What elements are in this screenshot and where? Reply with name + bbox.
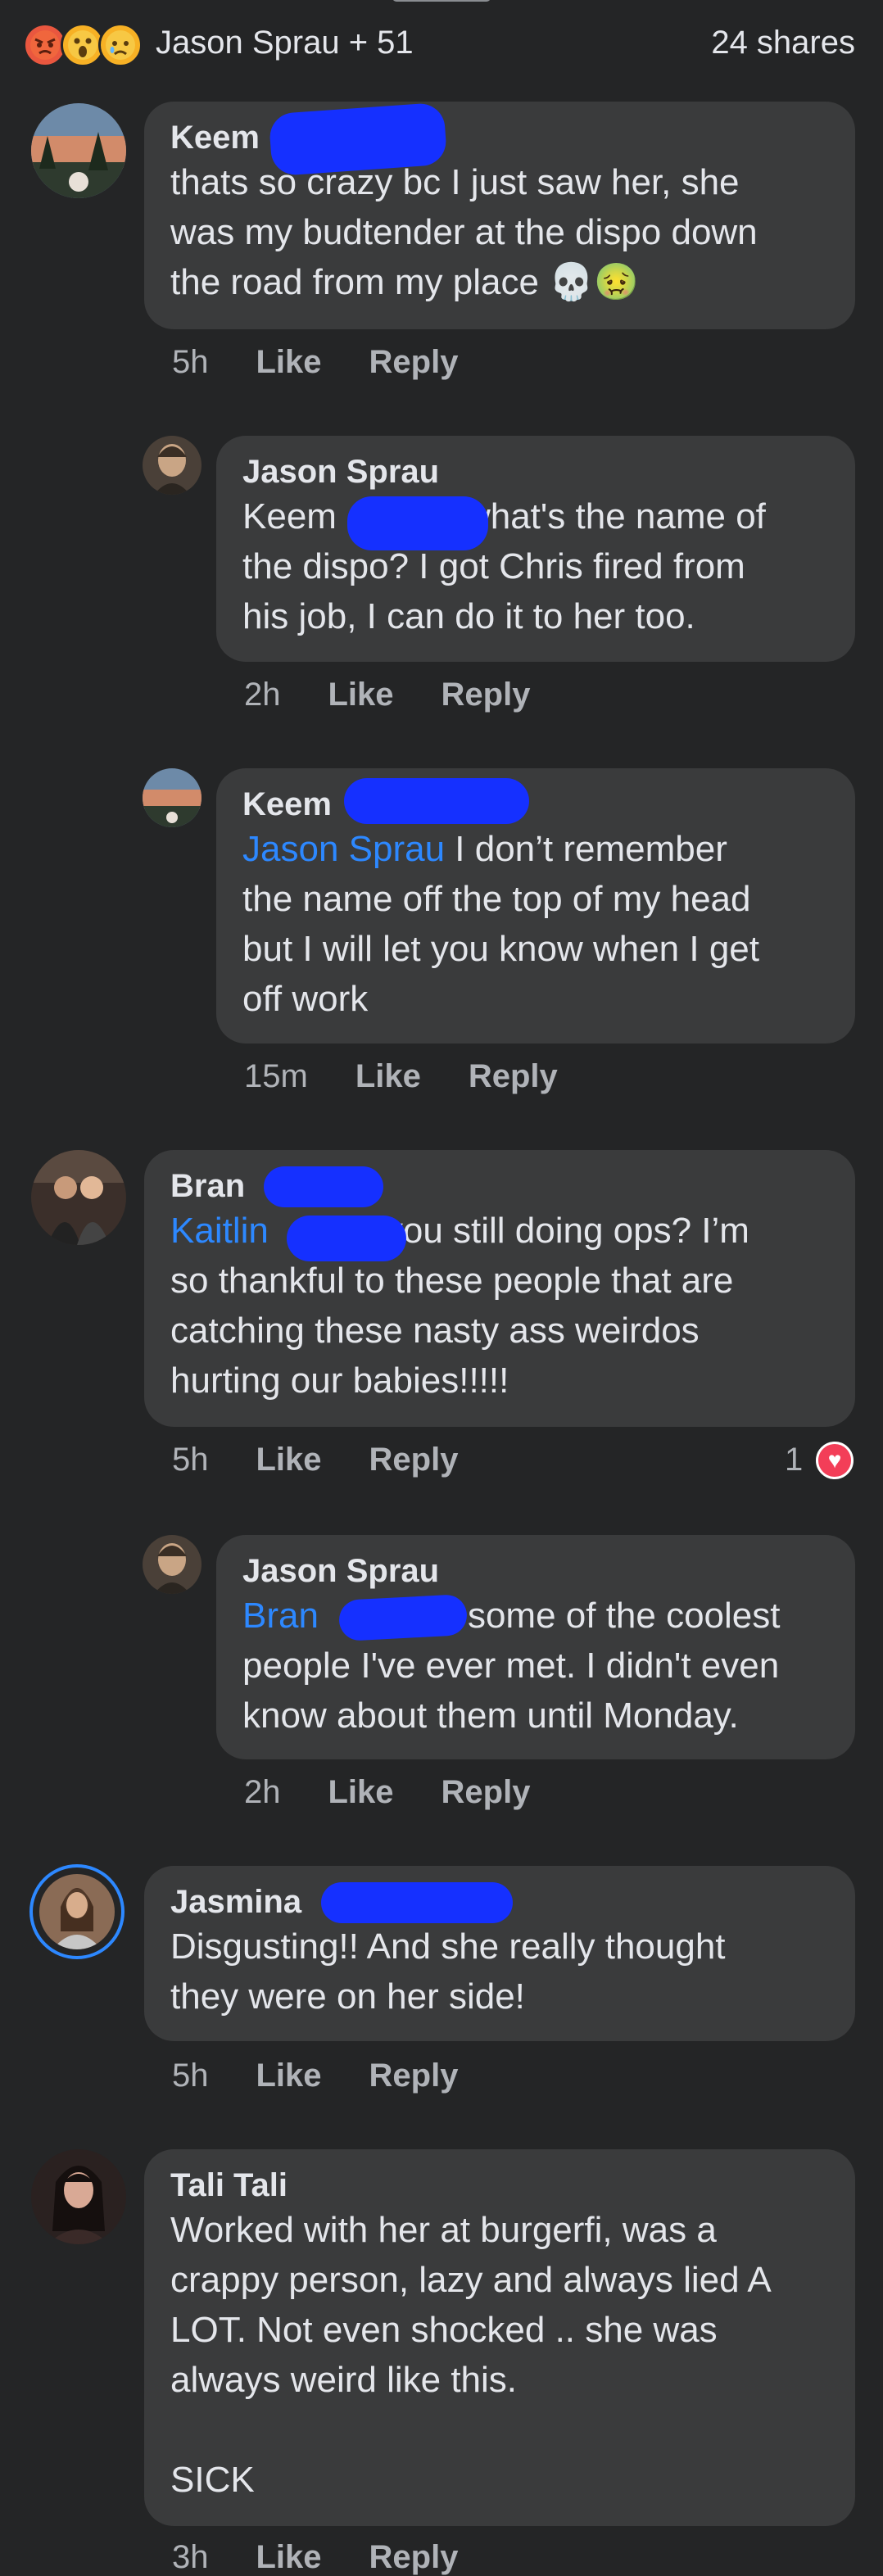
comment-text: thats so crazy bc I just saw her, she wa…: [170, 162, 758, 302]
reply-button[interactable]: Reply: [369, 344, 459, 381]
redaction-mark: [337, 1593, 469, 1642]
comment-author[interactable]: Jason Sprau: [242, 452, 829, 491]
avatar[interactable]: [31, 2149, 126, 2244]
comment-actions: 2h Like Reply: [244, 677, 577, 713]
comment-author[interactable]: Keem: [170, 118, 829, 157]
mention-link[interactable]: Kaitlin: [170, 1211, 269, 1251]
mention-link[interactable]: Jason Sprau: [242, 829, 445, 869]
redaction-mark: [264, 1166, 383, 1207]
comment-bubble[interactable]: Tali Tali Worked with her at burgerfi, w…: [144, 2149, 855, 2526]
reply-button[interactable]: Reply: [369, 2058, 459, 2094]
comment-bubble[interactable]: Jason Sprau Bran some of the coolest peop…: [216, 1535, 855, 1759]
comment-time: 2h: [244, 1774, 281, 1810]
redaction-mark: [268, 102, 448, 177]
comment-time: 5h: [172, 2058, 209, 2094]
reply-button[interactable]: Reply: [469, 1058, 558, 1095]
like-button[interactable]: Like: [256, 2058, 322, 2094]
comment-author[interactable]: Jason Sprau: [242, 1551, 829, 1591]
comment-time: 5h: [172, 1442, 209, 1478]
comment-time: 2h: [244, 677, 281, 713]
avatar[interactable]: [31, 103, 126, 198]
redaction-mark: [344, 778, 529, 824]
comment-text: Keem what's the name of the dispo? I got …: [242, 496, 766, 636]
heart-icon[interactable]: ♥: [816, 1442, 854, 1479]
reactors-link[interactable]: Jason Sprau + 51: [156, 25, 414, 61]
redaction-mark: [287, 1216, 406, 1261]
comment-text: Bran some of the coolest people I've ever…: [242, 1596, 781, 1736]
mention-link[interactable]: Bran: [242, 1596, 319, 1636]
reply-button[interactable]: Reply: [369, 1442, 459, 1478]
comment-actions: 5h Like Reply: [172, 344, 505, 381]
comment-text: Jason Sprau I don’t remember the name of…: [242, 829, 759, 1019]
like-button[interactable]: Like: [256, 2539, 322, 2576]
like-button[interactable]: Like: [256, 1442, 322, 1478]
reply-button[interactable]: Reply: [442, 1774, 531, 1811]
comment-time: 5h: [172, 344, 209, 380]
comment-bubble[interactable]: Keem Jason Sprau I don’t remember the na…: [216, 768, 855, 1044]
like-button[interactable]: Like: [355, 1058, 421, 1095]
comment-bubble[interactable]: Keem thats so crazy bc I just saw her, s…: [144, 102, 855, 329]
comment-actions: 3h Like Reply: [172, 2539, 505, 2576]
reply-button[interactable]: Reply: [369, 2539, 459, 2576]
comment-time: 15m: [244, 1058, 308, 1094]
comment-time: 3h: [172, 2539, 209, 2575]
comment-author[interactable]: Keem: [242, 785, 829, 824]
comment-actions: 5h Like Reply: [172, 2058, 505, 2094]
redaction-mark: [321, 1882, 513, 1923]
like-button[interactable]: Like: [256, 344, 322, 381]
avatar[interactable]: [143, 1535, 202, 1594]
reaction-count[interactable]: 1: [785, 1442, 803, 1478]
avatar[interactable]: [31, 1150, 126, 1245]
sheet-handle[interactable]: [392, 0, 491, 2]
comment-text: Worked with her at burgerfi, was a crapp…: [170, 2210, 772, 2500]
redaction-mark: [347, 496, 488, 550]
mention-name[interactable]: Keem: [242, 496, 337, 536]
avatar[interactable]: [39, 1874, 115, 1949]
sad-reaction-icon: [98, 23, 143, 67]
avatar[interactable]: [143, 436, 202, 495]
comment-bubble[interactable]: Jason Sprau Keem what's the name of the d…: [216, 436, 855, 662]
reply-button[interactable]: Reply: [442, 677, 531, 713]
comment-actions: 15m Like Reply: [244, 1058, 605, 1095]
like-button[interactable]: Like: [328, 677, 394, 713]
comment-text: Disgusting!! And she really thought they…: [170, 1926, 726, 2017]
comment-text: Kaitlin you still doing ops? I’m so thank…: [170, 1211, 749, 1401]
comment-author[interactable]: Tali Tali: [170, 2166, 829, 2205]
shares-count[interactable]: 24 shares: [711, 25, 855, 61]
avatar[interactable]: [143, 768, 202, 827]
comment-actions: 2h Like Reply: [244, 1774, 577, 1811]
comment-bubble[interactable]: Bran Kaitlin you still doing ops? I’m so …: [144, 1150, 855, 1427]
comment-actions: 5h Like Reply: [172, 1442, 505, 1478]
like-button[interactable]: Like: [328, 1774, 394, 1811]
